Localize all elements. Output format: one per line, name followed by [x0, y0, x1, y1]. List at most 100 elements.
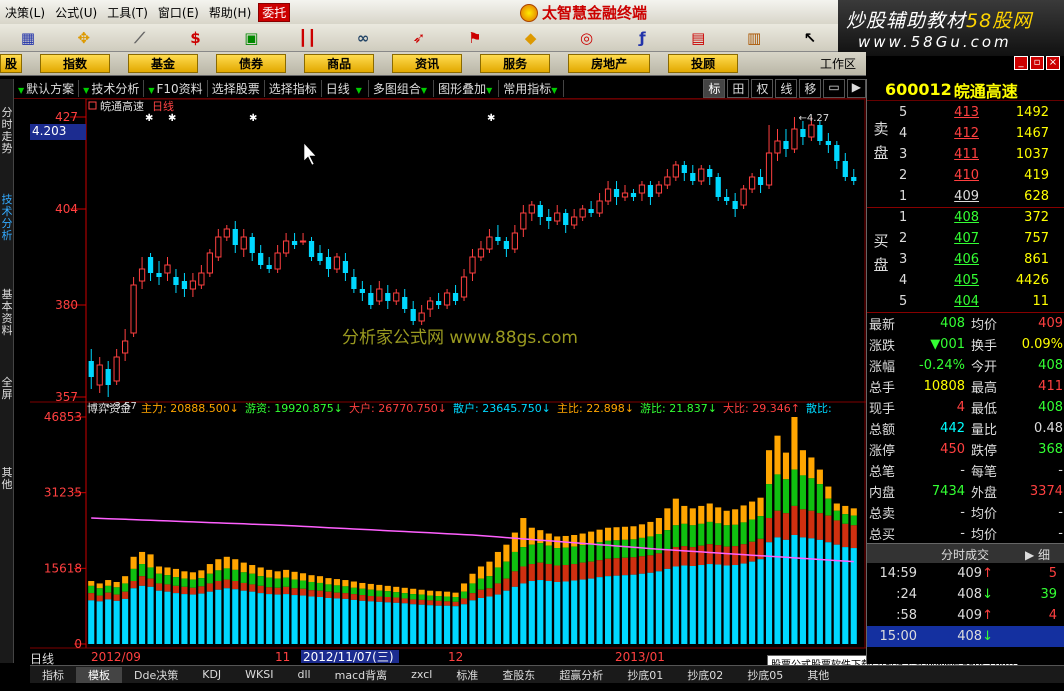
cat-bond[interactable]: 债券: [216, 54, 287, 73]
volume-bar-main: [571, 580, 578, 644]
itab-kdj[interactable]: KDJ: [190, 668, 233, 681]
rocket-icon[interactable]: ➶: [391, 26, 447, 50]
volume-bar-retail: [782, 452, 790, 480]
candle-body: [563, 213, 569, 225]
menu-help[interactable]: 帮助(H): [204, 4, 256, 21]
bid-row[interactable]: 3 406 861: [899, 249, 1059, 270]
itab-standard[interactable]: 标准: [444, 667, 490, 683]
trade-button[interactable]: 委托: [258, 2, 291, 22]
tool-line[interactable]: 线: [775, 79, 798, 98]
trade-direction-icon: ↑: [982, 566, 993, 581]
menu-tools[interactable]: 工具(T): [102, 4, 153, 21]
ask-row[interactable]: 2 410 419: [899, 165, 1059, 186]
candle-body: [647, 185, 654, 197]
itab-template[interactable]: 模板: [76, 666, 122, 683]
tab-fundamentals[interactable]: 基本资料: [0, 289, 14, 337]
grid-icon[interactable]: ▦: [0, 26, 56, 50]
itab-dll[interactable]: dll: [286, 668, 323, 681]
cat-stock[interactable]: 股: [0, 54, 23, 73]
itab-bottom01[interactable]: 抄底01: [615, 667, 675, 683]
itab-macd[interactable]: macd背离: [323, 667, 400, 683]
main-chart[interactable]: 427 404 380 357 皖通高速 日线 ✱ ✱ ✱ ✱ ←4.27 ←3.57 分析家公式网 w…: [30, 99, 866, 663]
tool-grid[interactable]: 田: [727, 79, 750, 98]
candle-body: [834, 145, 840, 161]
itab-bottom05[interactable]: 抄底05: [735, 667, 795, 683]
bid-row[interactable]: 2 407 757: [899, 228, 1059, 249]
workarea-label[interactable]: 工作区: [820, 55, 856, 72]
close-icon[interactable]: ×: [1046, 56, 1060, 70]
ask-row[interactable]: 4 412 1467: [899, 123, 1059, 144]
tab-technical[interactable]: 技术分析: [0, 194, 14, 242]
tool-f10[interactable]: ▼ F10资料: [144, 80, 208, 97]
itab-indicator[interactable]: 指标: [30, 667, 76, 683]
tool-mark[interactable]: 标: [703, 79, 726, 98]
volume-bar-retail: [198, 570, 205, 579]
quote-header[interactable]: 600012 皖通高速: [867, 79, 1064, 101]
ask-level: 2: [899, 168, 908, 183]
itab-holders[interactable]: 查股东: [490, 667, 547, 683]
money-icon[interactable]: ▣: [223, 26, 279, 50]
tool-common-indicators[interactable]: 常用指标▼: [499, 80, 565, 97]
itab-dde[interactable]: Dde决策: [122, 667, 190, 683]
volume-bar-hot: [452, 597, 459, 602]
cat-fund[interactable]: 基金: [128, 54, 199, 73]
itab-super[interactable]: 超赢分析: [547, 667, 615, 683]
itab-zxcl[interactable]: zxcl: [399, 668, 444, 681]
restore-icon[interactable]: ▫: [1030, 56, 1044, 70]
itab-other[interactable]: 其他: [795, 667, 841, 683]
cat-realestate[interactable]: 房地产: [568, 54, 651, 73]
volume-bar-large: [299, 588, 307, 596]
window-icon[interactable]: ▤: [670, 26, 726, 50]
tool-period[interactable]: 日线 ▼: [322, 80, 369, 97]
volume-bar-large: [647, 555, 654, 573]
books-icon[interactable]: ▥: [726, 26, 782, 50]
tool-overlay[interactable]: 图形叠加▼: [434, 80, 500, 97]
itab-wksi[interactable]: WKSI: [233, 668, 285, 681]
tool-rights[interactable]: 权: [751, 79, 774, 98]
chart-canvas[interactable]: 427404380357皖通高速 日线✱ ✱ ✱ ✱ ←4.27←3.57分析家公式网 w…: [30, 99, 866, 663]
bid-row[interactable]: 5 404 11: [899, 291, 1059, 312]
minimize-icon[interactable]: _: [1014, 56, 1028, 70]
dollar-icon[interactable]: $: [168, 26, 224, 50]
price-tick-label: 427: [55, 110, 78, 124]
tool-frame[interactable]: ▭: [823, 79, 845, 98]
tab-other[interactable]: 其他: [0, 467, 14, 491]
menu-window[interactable]: 窗口(E): [153, 4, 204, 21]
cursor-icon[interactable]: ↖: [782, 26, 838, 50]
tab-intraday[interactable]: 分时走势: [0, 107, 14, 155]
bid-row[interactable]: 4 405 4426: [899, 270, 1059, 291]
binoculars-icon[interactable]: ∞: [335, 26, 391, 50]
trades-more-button[interactable]: ▶ 细: [1025, 546, 1050, 563]
lips-icon[interactable]: ◎: [559, 26, 615, 50]
bid-row[interactable]: 1 408 372: [899, 207, 1059, 228]
menu-formula[interactable]: 公式(U): [50, 4, 102, 21]
tab-fullscreen[interactable]: 全屏: [0, 377, 14, 401]
cat-news[interactable]: 资讯: [392, 54, 463, 73]
move-icon[interactable]: ✥: [56, 26, 112, 50]
f-icon[interactable]: ƒ: [614, 26, 670, 50]
cat-index[interactable]: 指数: [40, 54, 111, 73]
tool-multi-chart[interactable]: 多图组合▼: [369, 80, 435, 97]
candle-body: [469, 256, 476, 274]
tool-play[interactable]: ▶: [846, 79, 866, 98]
menu-decision[interactable]: 决策(L): [0, 4, 50, 21]
tool-default-scheme[interactable]: ▼ 默认方案: [14, 80, 80, 97]
flag-icon[interactable]: ⚑: [447, 26, 503, 50]
tool-select-stock[interactable]: 选择股票: [208, 80, 265, 97]
volume-bar-large: [105, 592, 112, 600]
tool-select-indicator[interactable]: 选择指标: [265, 80, 322, 97]
ask-row[interactable]: 3 411 1037: [899, 144, 1059, 165]
ask-row[interactable]: 5 413 1492: [899, 102, 1059, 123]
ask-row[interactable]: 1 409 628: [899, 186, 1059, 207]
cat-commodity[interactable]: 商品: [304, 54, 375, 73]
cat-service[interactable]: 服务: [480, 54, 551, 73]
candle-body: [528, 204, 535, 214]
cat-advisor[interactable]: 投顾: [668, 54, 739, 73]
itab-bottom02[interactable]: 抄底02: [675, 667, 735, 683]
volume-bar-main: [799, 537, 806, 644]
bars-icon[interactable]: ┃┃: [279, 26, 335, 50]
tool-move[interactable]: 移: [799, 79, 822, 98]
ruler-icon[interactable]: ⟋: [112, 26, 168, 50]
diamond-icon[interactable]: ◆: [503, 26, 559, 50]
tool-technical[interactable]: ▼ 技术分析: [79, 80, 145, 97]
